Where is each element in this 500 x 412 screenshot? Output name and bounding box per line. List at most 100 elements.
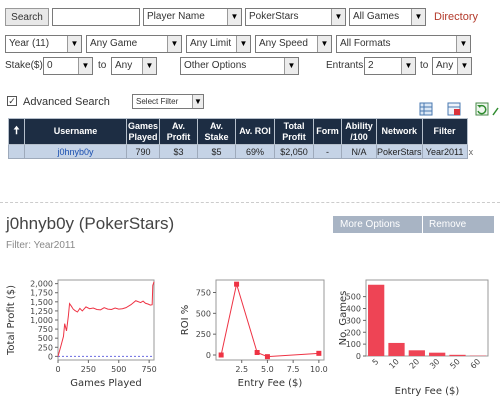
search-type-select[interactable]: Player Name ▼: [143, 8, 242, 26]
y-tick-label: 0: [48, 352, 53, 361]
stake-to-label: to: [98, 60, 107, 71]
y-tick-label: 0: [206, 351, 211, 360]
cell-network: PokerStars: [376, 144, 423, 159]
entrants-label: Entrants: [326, 60, 364, 71]
directory-link[interactable]: Directory: [434, 11, 478, 23]
cell-username[interactable]: j0hnyb0y: [24, 144, 127, 159]
profit-chart: 02505007501,0001,2501,5001,7502,0000 250 5…: [6, 279, 157, 389]
col-av-stake[interactable]: Av. Stake: [197, 118, 237, 145]
cell-form: -: [313, 144, 343, 159]
export-grid-icon[interactable]: [419, 102, 433, 116]
remove-button[interactable]: Remove: [423, 216, 494, 233]
x-tick-label: 20: [408, 357, 422, 371]
section-divider: [0, 202, 500, 203]
col-form[interactable]: Form: [313, 118, 343, 145]
other-options-select[interactable]: Other Options ▼: [180, 57, 299, 75]
col-av-roi[interactable]: Av. ROI: [235, 118, 276, 145]
table-row[interactable]: j0hnyb0y 790 $3 $5 69% $2,050 - N/A Poke…: [8, 144, 475, 159]
x-tick-label: 10.0: [310, 365, 328, 374]
y-axis-label: Total Profit ($): [6, 285, 17, 356]
remove-row-button[interactable]: x: [467, 144, 475, 159]
y-tick-label: 0: [356, 352, 361, 361]
plot-area: [57, 279, 155, 361]
x-tick-label: 60: [469, 357, 483, 371]
y-tick-label: 1,250: [30, 307, 53, 316]
stake-label: Stake($): [5, 60, 43, 71]
external-link-icon[interactable]: [492, 105, 500, 117]
chevron-down-icon: ▼: [227, 9, 241, 25]
col-username[interactable]: Username: [24, 118, 127, 145]
col-network[interactable]: Network: [376, 118, 423, 145]
limit-value: Any Limit: [190, 38, 232, 49]
chevron-down-icon: ▼: [284, 58, 298, 74]
other-options-value: Other Options: [184, 60, 247, 71]
y-tick-label: 250: [38, 343, 53, 352]
stake-max-value: Any: [115, 60, 133, 71]
x-tick-label: 2.5: [235, 365, 248, 374]
roi-data-point: [254, 350, 260, 355]
chevron-down-icon: ▼: [167, 36, 181, 52]
arrow-up-icon: 🠅: [13, 125, 20, 137]
cell-av-stake: $5: [197, 144, 237, 159]
search-input[interactable]: [52, 8, 140, 26]
col-ability[interactable]: Ability /100: [341, 118, 378, 145]
y-tick-label: 250: [196, 330, 211, 339]
x-tick-label: 7.5: [287, 365, 300, 374]
checkmark-icon: ✓: [8, 96, 16, 106]
site-select[interactable]: PokerStars ▼: [245, 8, 346, 26]
x-tick-label: 5: [371, 357, 381, 367]
x-axis-label: Entry Fee ($): [238, 378, 303, 389]
limit-select[interactable]: Any Limit ▼: [186, 35, 251, 53]
games-chart: 01002003004005005 10 20 30 50 60Entry Fee ($)…: [338, 279, 489, 397]
entrants-max-value: Any: [436, 60, 454, 71]
stake-min-select[interactable]: 0 ▼: [43, 57, 93, 75]
speed-select[interactable]: Any Speed ▼: [255, 35, 332, 53]
advanced-search-checkbox[interactable]: ✓: [7, 96, 17, 106]
col-filter[interactable]: Filter: [421, 118, 468, 145]
roi-chart: 0 250 500 750 2.5 5.0 7.5 10.0 Entry Fee ($) ROI …: [180, 279, 328, 389]
game-value: Any Game: [90, 38, 138, 49]
chevron-down-icon: ▼: [457, 58, 471, 74]
chevron-down-icon: ▼: [317, 36, 331, 52]
x-axis-label: Entry Fee ($): [395, 386, 460, 397]
select-filter-dropdown[interactable]: Select Filter ▼: [132, 94, 204, 109]
results-table: 🠅 Username Games Played Av. Profit Av. S…: [8, 118, 475, 159]
col-av-profit[interactable]: Av. Profit: [159, 118, 199, 145]
x-tick-label: 50: [448, 357, 462, 371]
col-total-profit[interactable]: Total Profit: [274, 118, 315, 145]
cell-total-profit: $2,050: [274, 144, 315, 159]
year-select[interactable]: Year (11) ▼: [5, 35, 82, 53]
stake-max-select[interactable]: Any ▼: [111, 57, 157, 75]
col-games-played[interactable]: Games Played: [125, 118, 161, 145]
cell-games-played: 790: [125, 144, 161, 159]
entrants-min-select[interactable]: 2 ▼: [364, 57, 416, 75]
x-tick-label: 10: [387, 357, 401, 371]
cell-av-profit: $3: [159, 144, 199, 159]
cell-ability: N/A: [341, 144, 378, 159]
more-options-button[interactable]: More Options: [333, 216, 422, 233]
table-header-row: 🠅 Username Games Played Av. Profit Av. S…: [8, 118, 475, 145]
entrants-max-select[interactable]: Any ▼: [432, 57, 472, 75]
y-tick-label: 1,500: [30, 298, 53, 307]
delete-grid-icon[interactable]: [447, 102, 461, 116]
formats-select[interactable]: All Formats ▼: [336, 35, 471, 53]
games-value: All Games: [353, 11, 400, 22]
chevron-down-icon: ▼: [192, 95, 203, 108]
y-tick-label: 1,000: [30, 316, 53, 325]
sort-arrow-header[interactable]: 🠅: [8, 118, 25, 145]
roi-data-point: [264, 354, 270, 360]
x-tick-label: 750: [141, 365, 156, 374]
advanced-search-label: Advanced Search: [23, 96, 110, 108]
stake-min-value: 0: [47, 60, 53, 71]
chevron-down-icon: ▼: [411, 9, 425, 25]
roi-data-point: [316, 350, 322, 356]
chevron-down-icon: ▼: [67, 36, 81, 52]
search-button[interactable]: Search: [5, 8, 49, 26]
game-select[interactable]: Any Game ▼: [86, 35, 182, 53]
refresh-icon[interactable]: [475, 102, 489, 116]
chevron-down-icon: ▼: [142, 58, 156, 74]
chevron-down-icon: ▼: [78, 58, 92, 74]
roi-data-point: [218, 352, 224, 358]
speed-value: Any Speed: [259, 38, 308, 49]
games-select[interactable]: All Games ▼: [349, 8, 426, 26]
